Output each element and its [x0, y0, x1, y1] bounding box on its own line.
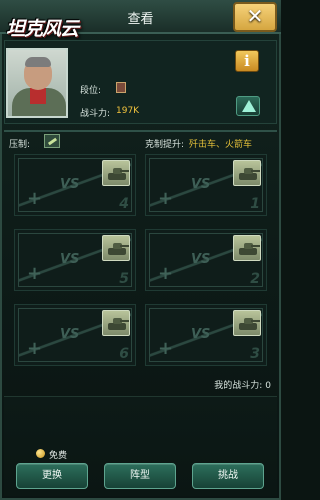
rank-up-button[interactable] [236, 96, 260, 116]
vs-label: VS [60, 177, 80, 192]
troop-slot[interactable]: + VS 5 [14, 229, 136, 291]
rank-label: 段位: [80, 86, 102, 96]
add-icon: + [158, 263, 174, 284]
vs-label: VS [191, 252, 211, 267]
challenge-button[interactable]: 挑战 [192, 463, 264, 489]
vs-label: VS [191, 177, 211, 192]
info-button[interactable]: i [235, 50, 259, 72]
suppress-label: 压制: [9, 140, 31, 150]
add-icon: + [158, 338, 174, 359]
power-value: 197K [116, 106, 140, 116]
troop-slot[interactable]: + VS 2 [145, 229, 267, 291]
rank-arrow-icon [242, 100, 256, 112]
divider [4, 130, 277, 132]
swap-button[interactable]: 更换 [16, 463, 88, 489]
rank-badge-icon [116, 82, 126, 93]
troop-slot[interactable]: + VS 1 [145, 154, 267, 216]
suppress-tank-icon [44, 134, 60, 148]
vs-label: VS [191, 327, 211, 342]
slot-number: 2 [250, 271, 260, 287]
counter-value: 歼击车、火箭车 [189, 140, 253, 150]
vs-label: VS [60, 252, 80, 267]
counter-label: 克制提升: [145, 140, 185, 150]
slot-number: 3 [250, 346, 260, 362]
slot-number: 5 [119, 271, 129, 287]
vs-label: VS [60, 327, 80, 342]
enemy-tank-icon [233, 160, 261, 186]
my-power-row: 我的战斗力: 0 [214, 378, 271, 391]
my-power-value: 0 [265, 381, 271, 391]
commander-portrait [6, 48, 68, 118]
add-icon: + [27, 263, 43, 284]
enemy-tank-icon [102, 235, 130, 261]
formation-button[interactable]: 阵型 [104, 463, 176, 489]
enemy-tank-icon [102, 310, 130, 336]
close-button[interactable]: ✕ [233, 2, 277, 32]
enemy-tank-icon [102, 160, 130, 186]
free-label: 免费 [49, 451, 68, 461]
slot-number: 1 [250, 196, 260, 212]
slot-number: 4 [119, 196, 129, 212]
troop-slot[interactable]: + VS 6 [14, 304, 136, 366]
add-icon: + [27, 338, 43, 359]
add-icon: + [158, 188, 174, 209]
my-power-label: 我的战斗力: [214, 381, 263, 391]
game-logo: 坦克风云 [6, 18, 79, 40]
coin-icon [36, 449, 45, 458]
power-label: 战斗力: [80, 109, 111, 119]
enemy-tank-icon [233, 235, 261, 261]
troop-slot[interactable]: + VS 4 [14, 154, 136, 216]
enemy-tank-icon [233, 310, 261, 336]
slot-number: 6 [119, 346, 129, 362]
troop-slot[interactable]: + VS 3 [145, 304, 267, 366]
add-icon: + [27, 188, 43, 209]
